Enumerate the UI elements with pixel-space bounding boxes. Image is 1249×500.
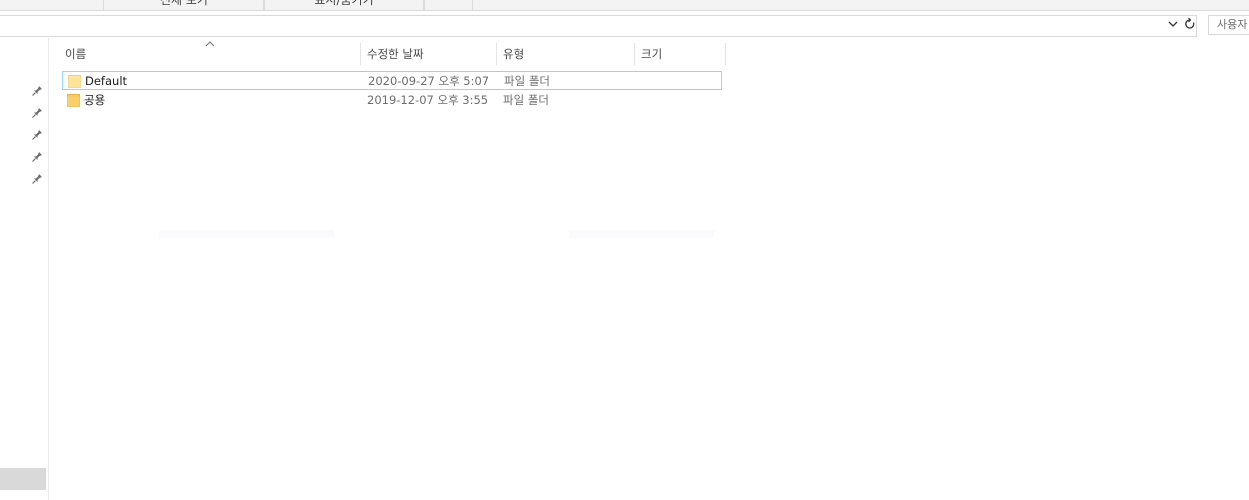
- ribbon: 전체 보기 표시/숨기기: [0, 0, 1249, 11]
- file-row[interactable]: Default 2020-09-27 오후 5:07 파일 폴더: [62, 71, 722, 90]
- address-row: [0, 12, 1249, 38]
- refresh-icon[interactable]: [1183, 16, 1197, 32]
- address-bar[interactable]: [0, 15, 1197, 37]
- file-type: 파일 폴더: [503, 93, 549, 107]
- folder-icon: [67, 93, 80, 107]
- file-type: 파일 폴더: [504, 74, 550, 88]
- file-name: Default: [85, 74, 128, 88]
- ribbon-group-options[interactable]: [423, 0, 473, 10]
- folder-icon: [68, 74, 81, 88]
- ribbon-group-label: 전체 보기: [160, 0, 208, 7]
- column-header-size[interactable]: 크기: [635, 43, 726, 65]
- chevron-down-icon[interactable]: [1167, 16, 1181, 32]
- ribbon-group-label: 표시/숨기기: [314, 0, 374, 7]
- ribbon-group-show-hide[interactable]: 표시/숨기기: [263, 0, 425, 10]
- file-name: 공용: [84, 93, 106, 107]
- nav-item-selected[interactable]: [0, 468, 46, 490]
- column-header-name[interactable]: 이름: [59, 43, 361, 65]
- pin-icon: [30, 172, 44, 186]
- search-box[interactable]: [1208, 15, 1249, 35]
- ribbon-group-view[interactable]: 전체 보기: [103, 0, 265, 10]
- file-list: 이름 수정한 날짜 유형 크기 Default 2020-09-27 오후 5:…: [49, 38, 1249, 500]
- column-header-modified[interactable]: 수정한 날짜: [361, 43, 497, 65]
- empty-area: [569, 230, 714, 238]
- pin-icon: [30, 106, 44, 120]
- file-row[interactable]: 공용 2019-12-07 오후 3:55 파일 폴더: [62, 91, 722, 110]
- pin-icon: [30, 150, 44, 164]
- empty-area: [159, 230, 334, 238]
- search-input[interactable]: [1209, 16, 1249, 31]
- pin-icon: [30, 84, 44, 98]
- pin-icon: [30, 128, 44, 142]
- column-header-type[interactable]: 유형: [497, 43, 635, 65]
- navigation-pane: [0, 38, 49, 500]
- file-modified: 2020-09-27 오후 5:07: [368, 74, 490, 88]
- file-modified: 2019-12-07 오후 3:55: [367, 93, 489, 107]
